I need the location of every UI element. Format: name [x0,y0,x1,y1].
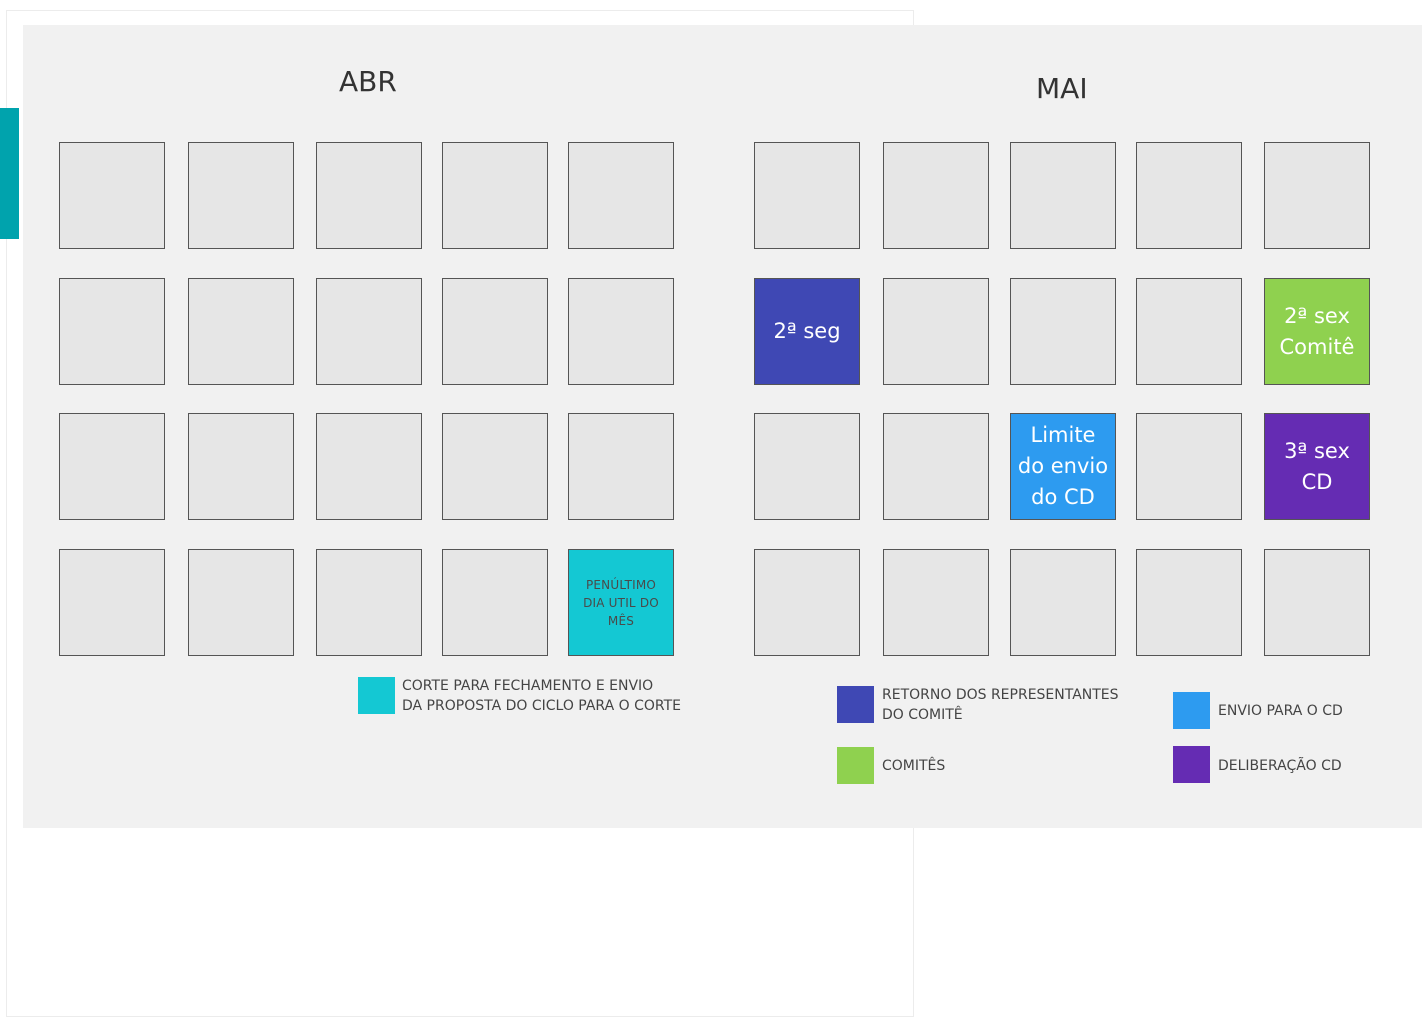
mai-day-cell[interactable] [754,142,860,249]
month-title-abr: ABR [339,65,397,98]
abr-day-cell[interactable] [442,549,548,656]
legend-label-comites: COMITÊS [882,758,946,774]
abr-day-cell[interactable] [442,278,548,385]
abr-day-cell[interactable] [59,549,165,656]
mai-day-cell[interactable] [1136,413,1242,520]
abr-day-cell[interactable] [568,142,674,249]
abr-day-cell[interactable] [316,413,422,520]
mai-day-cell[interactable]: 2ª sex Comitê [1264,278,1370,385]
abr-day-cell[interactable] [59,413,165,520]
abr-day-cell[interactable] [316,549,422,656]
abr-day-cell[interactable] [568,278,674,385]
abr-day-cell[interactable] [568,413,674,520]
mai-day-cell[interactable] [883,413,989,520]
mai-day-cell-label: Limite do envio do CD [1017,423,1109,509]
mai-day-cell[interactable]: 3ª sex CD [1264,413,1370,520]
mai-day-cell[interactable]: 2ª seg [754,278,860,385]
abr-day-cell[interactable]: PENÚLTIMO DIA UTIL DO MÊS [568,549,674,656]
mai-day-cell[interactable] [883,142,989,249]
legend-label-envio: ENVIO PARA O CD [1218,703,1343,719]
mai-day-cell[interactable] [1264,549,1370,656]
legend-swatch-envio [1173,692,1210,729]
abr-day-cell[interactable] [188,413,294,520]
legend-swatch-corte [358,677,395,714]
legend-label-retorno: RETORNO DOS REPRESENTANTES DO COMITÊ [882,687,1119,723]
legend-swatch-retorno [837,686,874,723]
legend-label-deliberacao: DELIBERAÇÃO CD [1218,758,1342,774]
calendar-board: ABR MAI PENÚLTIMO DIA UTIL DO MÊS 2ª seg… [23,25,1422,828]
abr-day-cell[interactable] [316,278,422,385]
abr-day-cell[interactable] [188,549,294,656]
abr-day-cell[interactable] [59,278,165,385]
month-title-mai: MAI [1036,72,1088,105]
mai-day-cell-label: 3ª sex CD [1284,438,1350,494]
abr-day-cell[interactable] [442,413,548,520]
legend-swatch-deliberacao [1173,746,1210,783]
mai-day-cell-label: 2ª seg [773,319,841,343]
mai-day-cell[interactable] [1010,278,1116,385]
mai-day-cell[interactable] [883,278,989,385]
abr-day-cell[interactable] [442,142,548,249]
abr-day-cell[interactable] [188,278,294,385]
abr-day-cell[interactable] [59,142,165,249]
mai-day-cell-label: 2ª sex Comitê [1279,303,1355,359]
mai-day-cell[interactable] [1010,549,1116,656]
mai-day-cell[interactable] [754,549,860,656]
mai-day-cell[interactable] [1136,142,1242,249]
mai-day-cell[interactable]: Limite do envio do CD [1010,413,1116,520]
abr-day-cell-label: PENÚLTIMO DIA UTIL DO MÊS [583,577,659,628]
mai-day-cell[interactable] [1010,142,1116,249]
mai-day-cell[interactable] [1136,278,1242,385]
abr-day-cell[interactable] [316,142,422,249]
legend-label-corte: CORTE PARA FECHAMENTO E ENVIO DA PROPOST… [402,678,681,714]
mai-day-cell[interactable] [1136,549,1242,656]
mai-day-cell[interactable] [1264,142,1370,249]
side-tab[interactable] [0,108,19,239]
mai-day-cell[interactable] [883,549,989,656]
abr-day-cell[interactable] [188,142,294,249]
legend-swatch-comites [837,747,874,784]
mai-day-cell[interactable] [754,413,860,520]
